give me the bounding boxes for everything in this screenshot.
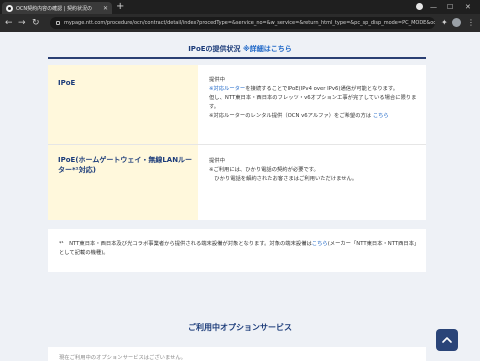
status-text: 提供中	[209, 158, 225, 164]
page-content: IPoEの提供状況 ※詳細はこちら IPoE IPoE(ホームゲートウェイ・無線…	[0, 32, 480, 361]
tab-close-icon[interactable]: ✕	[103, 5, 108, 12]
table-row-header: IPoE(ホームゲートウェイ・無線LANルーター*¹対応)	[48, 145, 198, 220]
reload-icon[interactable]: ↻	[32, 17, 40, 29]
hikari-note: ※ご利用には、ひかり電話の契約が必要です。	[209, 167, 319, 173]
url-text: mypage.ntt.com/procedure/ocn/contract/de…	[63, 20, 435, 26]
router-line: ※対応ルーターを接続することでIPoE(IPv4 over IPv6)通信が可能…	[209, 86, 399, 92]
section-divider	[48, 57, 426, 59]
rental-line: ※対応ルーターのレンタル提供（OCN v6アルファ）をご希望の方は こちら	[209, 113, 389, 119]
row-label-ipoe: IPoE	[58, 79, 76, 87]
options-text: 現在ご利用中のオプションサービスはございません。	[59, 355, 186, 361]
minimize-icon[interactable]: —	[430, 1, 437, 13]
status-text: 提供中	[209, 77, 225, 83]
lock-icon	[56, 21, 60, 25]
flets-note: 但し、NTT東日本・西日本のフレッツ・v6オプション工事が完了している場合に限り…	[209, 95, 417, 110]
back-icon[interactable]: ←	[5, 17, 13, 29]
menu-icon[interactable]: ⋮	[467, 18, 475, 28]
new-tab-icon[interactable]: +	[116, 1, 124, 13]
ipoe-table: IPoE IPoE(ホームゲートウェイ・無線LANルーター*¹対応) 提供中 ※…	[48, 65, 426, 220]
ipoe-detail-link[interactable]: ※詳細はこちら	[243, 45, 292, 53]
scroll-top-button[interactable]	[436, 329, 458, 351]
options-box: 現在ご利用中のオプションサービスはございません。	[48, 347, 426, 361]
forward-icon[interactable]: →	[18, 17, 26, 29]
hikari-cancel-note: ひかり電話を解約されたお客さまはご利用いただけません。	[209, 176, 358, 182]
browser-tab-bar: OCN契約内容の確認 | 契約状況の ✕ + — ☐ ✕	[0, 0, 480, 14]
footnote-box: *¹ NTT東日本・西日本及び光コラボ事業者から提供される端末設備が対象となりま…	[48, 229, 426, 272]
window-close-icon[interactable]: ✕	[465, 1, 471, 13]
address-bar: ← → ↻ mypage.ntt.com/procedure/ocn/contr…	[0, 14, 480, 32]
ipoe-section-title: IPoEの提供状況 ※詳細はこちら	[188, 45, 292, 53]
options-section-title: ご利用中オプションサービス	[188, 323, 292, 332]
puzzle-icon[interactable]: ✦	[441, 18, 448, 28]
maximize-icon[interactable]: ☐	[447, 1, 453, 13]
ipoe-status-cell: 提供中 ※対応ルーターを接続することでIPoE(IPv4 over IPv6)通…	[209, 76, 419, 121]
table-row-header: IPoE	[48, 65, 198, 144]
tab-title: OCN契約内容の確認 | 契約状況の	[16, 5, 93, 12]
url-field[interactable]: mypage.ntt.com/procedure/ocn/contract/de…	[50, 17, 435, 29]
chevron-up-icon	[442, 337, 452, 343]
browser-tab[interactable]: OCN契約内容の確認 | 契約状況の ✕	[2, 2, 112, 14]
ipoe-hgw-status-cell: 提供中 ※ご利用には、ひかり電話の契約が必要です。 ひかり電話を解約されたお客さ…	[209, 157, 419, 184]
footnote-link[interactable]: こちら	[312, 241, 328, 247]
favicon-icon	[6, 4, 13, 12]
profile-avatar[interactable]	[452, 18, 461, 27]
router-link[interactable]: ※対応ルーター	[209, 86, 245, 92]
extension-icon[interactable]	[416, 3, 423, 10]
rental-link[interactable]: こちら	[373, 113, 389, 119]
row-label-ipoe-hgw: IPoE(ホームゲートウェイ・無線LANルーター*¹対応)	[58, 156, 193, 174]
footnote-text: *¹ NTT東日本・西日本及び光コラボ事業者から提供される端末設備が対象となりま…	[59, 241, 417, 256]
